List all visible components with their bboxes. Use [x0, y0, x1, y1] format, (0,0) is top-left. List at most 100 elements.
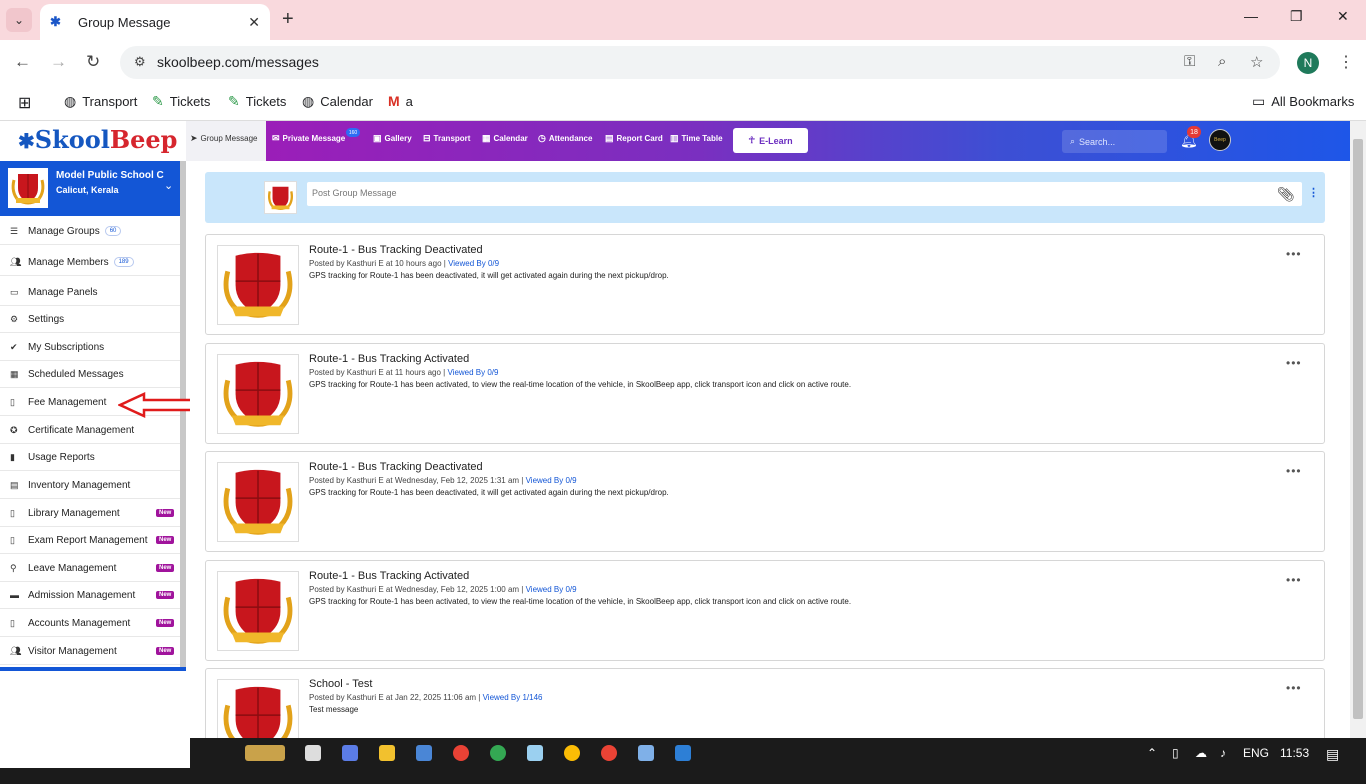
viewed-by-link[interactable]: Viewed By 0/9: [526, 476, 577, 485]
bookmark-tickets-2[interactable]: ✎ Tickets: [228, 93, 286, 110]
notepad-icon[interactable]: [527, 745, 543, 761]
task-view-icon[interactable]: [305, 745, 321, 761]
chrome-profile-icon[interactable]: [564, 745, 580, 761]
attachment-paperclip-icon[interactable]: 📎︎: [1277, 186, 1295, 203]
viewed-by-link[interactable]: Viewed By 0/9: [448, 259, 499, 268]
message-card[interactable]: School - Test Posted by Kasthuri E at Jan…: [205, 668, 1325, 738]
microsoft-store-icon[interactable]: [416, 745, 432, 761]
nav-attendance[interactable]: ◷ Attendance: [538, 133, 592, 144]
url-text[interactable]: skoolbeep.com/messages: [157, 54, 319, 70]
bookmark-tickets-1[interactable]: ✎ Tickets: [152, 93, 210, 110]
composer-more-icon[interactable]: ⋮: [1308, 186, 1319, 199]
window-close-icon[interactable]: ✕: [1337, 8, 1349, 25]
nav-calendar[interactable]: ▦ Calendar: [482, 133, 528, 144]
tray-chevron-up-icon[interactable]: ⌃: [1147, 746, 1157, 760]
nav-report-card[interactable]: ▤ Report Card: [605, 133, 663, 144]
chrome-profile-2-icon[interactable]: [601, 745, 617, 761]
sidebar-item-scheduled-messages[interactable]: ▦ Scheduled Messages: [0, 361, 180, 388]
sidebar-item-settings[interactable]: ⚙ Settings: [0, 306, 180, 333]
message-avatar: [217, 462, 299, 542]
message-card[interactable]: Route-1 - Bus Tracking Activated Posted b…: [205, 559, 1325, 661]
nav-group-message[interactable]: ➤ Group Message: [190, 133, 257, 144]
sidebar-item-manage-groups[interactable]: ☰ Manage Groups 60: [0, 218, 180, 245]
site-info-icon[interactable]: ⚙: [134, 54, 146, 70]
bookmark-gmail[interactable]: Ma: [388, 93, 413, 109]
bookmark-calendar[interactable]: ◍ Calendar: [302, 93, 373, 110]
sidebar-item-subscriptions[interactable]: ✔ My Subscriptions: [0, 334, 180, 361]
apps-grid-icon[interactable]: ⊞: [18, 93, 31, 113]
sidebar-item-accounts-management[interactable]: ▯ Accounts Management New: [0, 610, 180, 637]
copilot-icon[interactable]: [342, 745, 358, 761]
message-card[interactable]: Route-1 - Bus Tracking Activated Posted b…: [205, 342, 1325, 444]
header-user-avatar[interactable]: Beep: [1209, 129, 1231, 151]
more-options-icon[interactable]: •••: [1286, 356, 1302, 370]
message-title[interactable]: School - Test: [309, 678, 372, 690]
photos-icon[interactable]: [675, 745, 691, 761]
viewed-by-link[interactable]: Viewed By 0/9: [447, 368, 498, 377]
elearn-button[interactable]: ☥ E-Learn: [733, 128, 808, 153]
nav-transport[interactable]: ⊟ Transport: [423, 133, 470, 144]
omnibox[interactable]: ⚙ skoolbeep.com/messages ⚿ ⌕ ☆: [120, 46, 1280, 79]
tab-search-chevron-icon[interactable]: ⌄: [6, 8, 32, 32]
sidebar-item-visitor-management[interactable]: 👥︎ Visitor Management New: [0, 638, 180, 665]
chrome-icon[interactable]: [453, 745, 469, 761]
chevron-down-icon[interactable]: ⌄: [164, 179, 173, 192]
zoom-icon[interactable]: ⌕: [1218, 53, 1226, 70]
bookmark-star-icon[interactable]: ☆: [1250, 53, 1263, 71]
back-icon[interactable]: ←: [14, 52, 31, 72]
tray-language[interactable]: ENG: [1243, 746, 1269, 760]
message-card[interactable]: Route-1 - Bus Tracking Deactivated Posted…: [205, 451, 1325, 552]
restore-icon[interactable]: ❐: [1290, 8, 1303, 25]
tray-device-icon[interactable]: ▯: [1172, 746, 1179, 760]
password-key-icon[interactable]: ⚿: [1184, 53, 1195, 70]
header-search-input[interactable]: ⌕ Search...: [1062, 130, 1167, 153]
school-switcher[interactable]: Model Public School C Calicut, Kerala ⌄: [0, 161, 180, 216]
more-options-icon[interactable]: •••: [1286, 681, 1302, 695]
message-title[interactable]: Route-1 - Bus Tracking Deactivated: [309, 461, 483, 473]
file-explorer-icon[interactable]: [379, 745, 395, 761]
forward-icon[interactable]: →: [50, 52, 67, 72]
message-card[interactable]: Route-1 - Bus Tracking Deactivated Posted…: [205, 234, 1325, 335]
sidebar-item-library-management[interactable]: ▯ Library Management New: [0, 500, 180, 527]
sidebar-item-usage-reports[interactable]: ▮ Usage Reports: [0, 444, 180, 471]
profile-avatar[interactable]: N: [1297, 52, 1319, 74]
page-scrollbar[interactable]: [1350, 121, 1366, 738]
more-options-icon[interactable]: •••: [1286, 464, 1302, 478]
tray-volume-icon[interactable]: ♪: [1220, 746, 1226, 760]
message-title[interactable]: Route-1 - Bus Tracking Activated: [309, 570, 469, 582]
nav-private-message[interactable]: ✉ Private Message: [272, 133, 345, 144]
post-group-message-input[interactable]: Post Group Message: [307, 182, 1302, 206]
sidebar-item-manage-members[interactable]: 👥︎ Manage Members 189: [0, 249, 180, 276]
more-options-icon[interactable]: •••: [1286, 247, 1302, 261]
sidebar-item-admission-management[interactable]: ▬ Admission Management New: [0, 582, 180, 609]
tray-clock[interactable]: 11:53: [1280, 746, 1309, 760]
browser-menu-icon[interactable]: ⋮: [1338, 52, 1354, 72]
chrome-active-icon[interactable]: [490, 745, 506, 761]
viewed-by-link[interactable]: Viewed By 1/146: [483, 693, 543, 702]
message-title[interactable]: Route-1 - Bus Tracking Deactivated: [309, 244, 483, 256]
minimize-icon[interactable]: —: [1244, 8, 1258, 24]
sidebar-item-manage-panels[interactable]: ▭ Manage Panels: [0, 279, 180, 306]
browser-tab[interactable]: ✱ Group Message ✕: [40, 4, 270, 40]
tray-cloud-icon[interactable]: ☁: [1195, 746, 1207, 760]
sidebar-item-inventory-management[interactable]: ▤ Inventory Management: [0, 472, 180, 499]
nav-time-table[interactable]: ▥ Time Table: [670, 133, 723, 144]
nav-gallery[interactable]: ▣ Gallery: [373, 133, 412, 144]
notification-center-icon[interactable]: ▤: [1326, 746, 1339, 763]
sidebar-item-exam-report-management[interactable]: ▯ Exam Report Management New: [0, 527, 180, 554]
sidebar-item-certificate-management[interactable]: ✪ Certificate Management: [0, 417, 180, 444]
bookmark-transport[interactable]: ◍ Transport: [64, 93, 137, 110]
message-title[interactable]: Route-1 - Bus Tracking Activated: [309, 353, 469, 365]
sidebar-item-leave-management[interactable]: ⚲ Leave Management New: [0, 555, 180, 582]
check-icon: ✔: [10, 341, 18, 352]
scrollbar-thumb[interactable]: [1353, 139, 1363, 719]
more-options-icon[interactable]: •••: [1286, 573, 1302, 587]
paint-icon[interactable]: [638, 745, 654, 761]
all-bookmarks[interactable]: ▭ All Bookmarks: [1252, 93, 1354, 110]
close-tab-icon[interactable]: ✕: [248, 14, 260, 31]
new-tab-icon[interactable]: +: [282, 8, 294, 31]
taskbar-radio-icon[interactable]: [245, 745, 285, 761]
viewed-by-link[interactable]: Viewed By 0/9: [526, 585, 577, 594]
reload-icon[interactable]: ↻: [86, 52, 100, 72]
skoolbeep-logo[interactable]: ✱SkoolBeep: [18, 125, 177, 154]
